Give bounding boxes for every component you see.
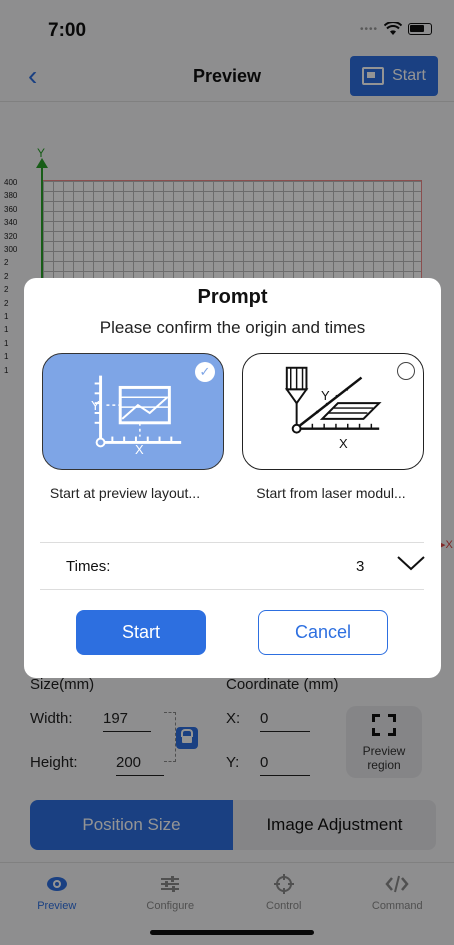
divider-bottom: [40, 589, 424, 590]
times-value[interactable]: 3: [356, 558, 364, 575]
divider-top: [40, 542, 424, 543]
prompt-dialog: Prompt Please confirm the origin and tim…: [24, 278, 441, 678]
preview-y-label: Y: [91, 398, 100, 413]
radio-unselected-icon: [397, 362, 415, 380]
option-start-at-preview-layout[interactable]: Y X ✓: [42, 353, 224, 470]
dialog-cancel-button[interactable]: Cancel: [258, 610, 388, 655]
times-label: Times:: [66, 558, 111, 575]
laser-x-label: X: [339, 436, 348, 451]
dialog-start-button[interactable]: Start: [76, 610, 206, 655]
dialog-title: Prompt: [197, 286, 268, 308]
laser-module-icon: [284, 366, 382, 434]
laser-y-label: Y: [321, 388, 330, 403]
option-preview-label: Start at preview layout...: [49, 485, 201, 501]
preview-x-label: X: [135, 442, 144, 457]
option-start-from-laser-module[interactable]: Y X: [242, 353, 424, 470]
option-laser-label: Start from laser modul...: [256, 485, 406, 501]
chevron-down-icon[interactable]: [396, 554, 426, 572]
dialog-subtitle: Please confirm the origin and times: [99, 318, 366, 337]
checkmark-icon: ✓: [195, 362, 215, 382]
